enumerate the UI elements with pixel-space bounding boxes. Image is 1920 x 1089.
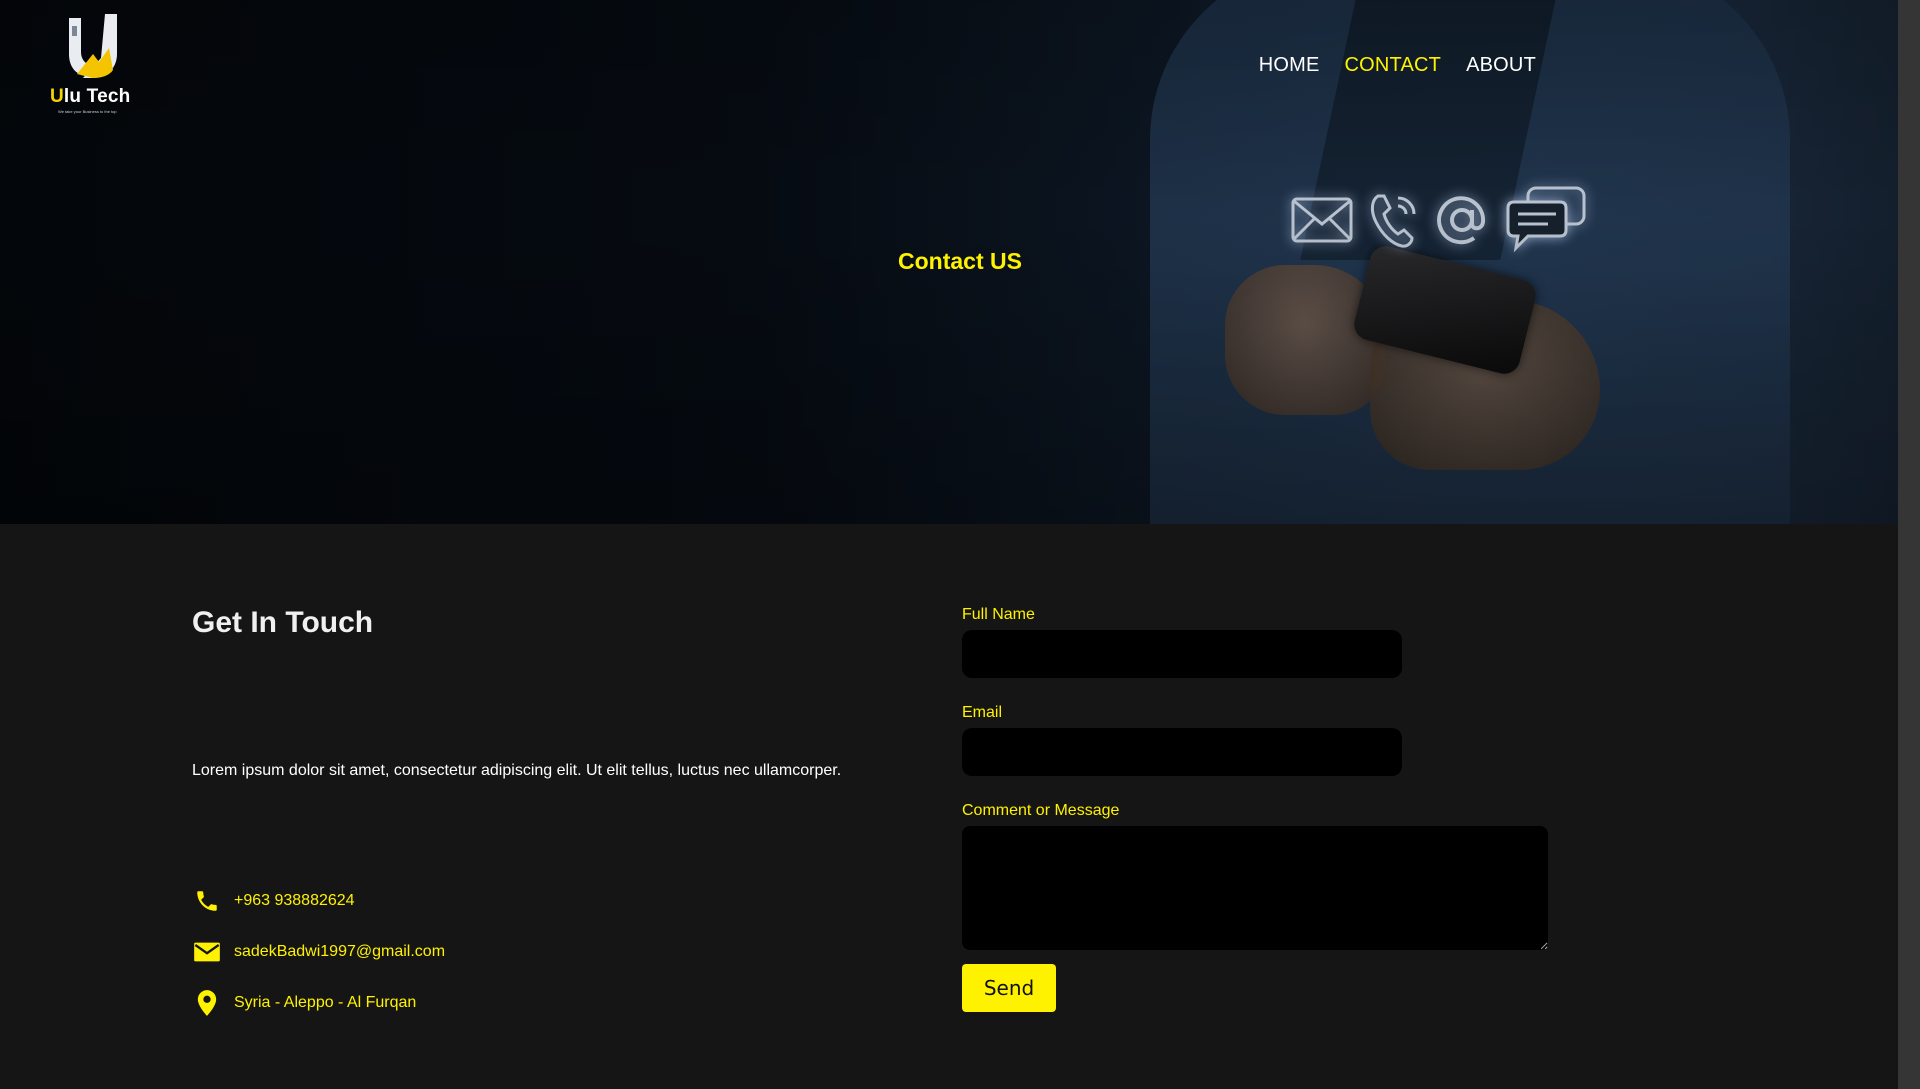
email-label: Email xyxy=(962,704,1003,721)
contact-email-text: sadekBadwi1997@gmail.com xyxy=(234,943,446,960)
phone-icon xyxy=(192,886,222,916)
hero-title: Contact US xyxy=(898,248,1022,274)
logo-tagline: We take your Business to the top xyxy=(58,109,117,114)
logo-wordmark: Ulu Tech xyxy=(50,86,131,107)
nav-about-link[interactable]: ABOUT xyxy=(1466,54,1536,77)
message-textarea[interactable] xyxy=(962,826,1548,950)
page-scrollbar[interactable] xyxy=(1898,0,1920,1089)
location-pin-icon xyxy=(192,988,222,1018)
email-icon xyxy=(192,937,222,967)
contact-form: Full Name Email Comment or Message Send xyxy=(962,606,1548,1012)
email-input[interactable] xyxy=(962,728,1402,776)
contact-section: Get In Touch Lorem ipsum dolor sit amet,… xyxy=(0,524,1898,1089)
contact-info-list: +963 938882624 sadekBadwi1997@gmail.com xyxy=(192,886,445,1039)
contact-email-item: sadekBadwi1997@gmail.com xyxy=(192,937,445,967)
full-name-label: Full Name xyxy=(962,606,1035,623)
send-button[interactable]: Send xyxy=(962,964,1056,1012)
main-nav: HOME CONTACT ABOUT xyxy=(1259,54,1536,77)
brand-logo[interactable]: Ulu Tech We take your Business to the to… xyxy=(48,12,138,116)
get-in-touch-description: Lorem ipsum dolor sit amet, consectetur … xyxy=(192,762,842,779)
get-in-touch-heading: Get In Touch xyxy=(192,606,374,639)
nav-home-link[interactable]: HOME xyxy=(1259,54,1320,77)
contact-location-item: Syria - Aleppo - Al Furqan xyxy=(192,988,445,1018)
message-label: Comment or Message xyxy=(962,802,1120,819)
contact-phone-item: +963 938882624 xyxy=(192,886,445,916)
logo-mark-icon xyxy=(69,14,117,78)
contact-page: Ulu Tech We take your Business to the to… xyxy=(0,0,1920,1089)
contact-phone-text: +963 938882624 xyxy=(234,892,355,909)
contact-location-text: Syria - Aleppo - Al Furqan xyxy=(234,994,417,1011)
hero-banner: Ulu Tech We take your Business to the to… xyxy=(0,0,1898,524)
nav-contact-link[interactable]: CONTACT xyxy=(1345,54,1442,77)
full-name-input[interactable] xyxy=(962,630,1402,678)
